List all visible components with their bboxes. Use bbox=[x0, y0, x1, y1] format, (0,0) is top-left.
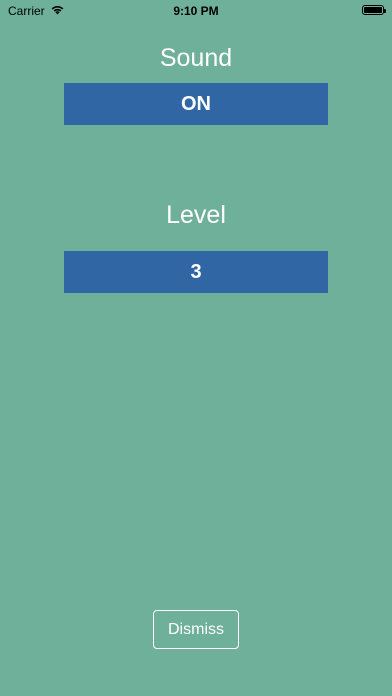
status-bar: Carrier 9:10 PM bbox=[0, 0, 392, 22]
dismiss-button[interactable]: Dismiss bbox=[153, 610, 239, 649]
sound-label: Sound bbox=[159, 44, 233, 72]
battery-icon bbox=[362, 5, 386, 15]
status-time: 9:10 PM bbox=[173, 4, 219, 18]
level-button[interactable]: 3 bbox=[64, 251, 328, 293]
level-label: Level bbox=[166, 201, 226, 229]
sound-toggle-button[interactable]: ON bbox=[64, 83, 328, 125]
